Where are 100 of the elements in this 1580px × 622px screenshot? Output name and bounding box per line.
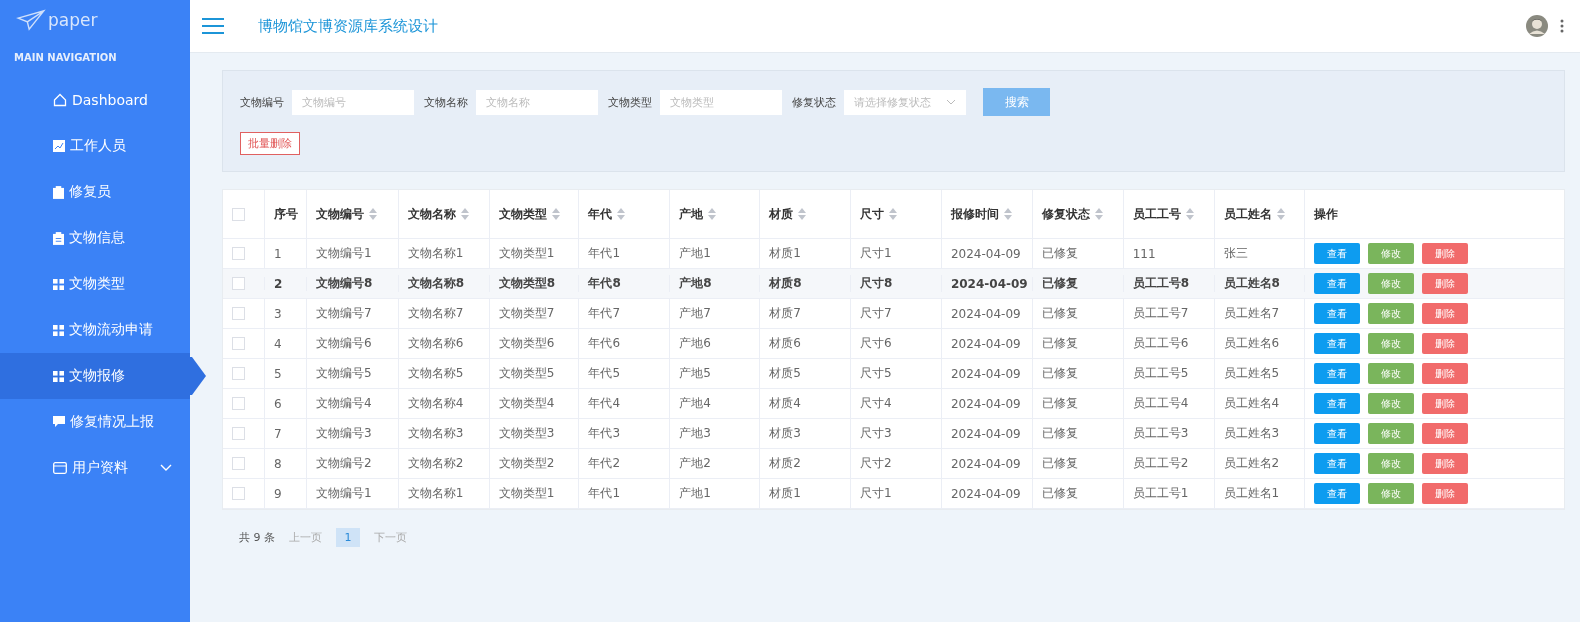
table-cell: 产地8	[679, 275, 712, 292]
view-button[interactable]: 查看	[1314, 303, 1361, 324]
table-cell: 尺寸8	[860, 275, 893, 292]
sidebar-item[interactable]: 修复员	[0, 169, 190, 215]
edit-button[interactable]: 修改	[1368, 303, 1415, 324]
table-cell: 2	[273, 276, 283, 291]
view-button[interactable]: 查看	[1314, 423, 1361, 444]
sort-icon[interactable]	[889, 208, 898, 220]
sort-icon[interactable]	[1276, 208, 1285, 220]
page-button[interactable]: 1	[336, 528, 360, 547]
view-button[interactable]: 查看	[1314, 243, 1361, 264]
checkbox[interactable]	[232, 307, 245, 320]
table-cell: 产地7	[679, 305, 711, 322]
field-label: 修复状态	[792, 94, 836, 110]
edit-button[interactable]: 修改	[1368, 423, 1415, 444]
table-cell: 产地5	[679, 365, 711, 382]
delete-button[interactable]: 删除	[1422, 423, 1469, 444]
paper-plane-icon	[16, 9, 46, 31]
sidebar-item[interactable]: Dashboard	[0, 77, 190, 123]
edit-button[interactable]: 修改	[1368, 393, 1415, 414]
menu-icon[interactable]	[202, 18, 224, 34]
checkbox[interactable]	[232, 337, 245, 350]
sort-icon[interactable]	[1003, 208, 1012, 220]
select-field[interactable]: 请选择修复状态	[844, 89, 966, 115]
sidebar-item[interactable]: 工作人员	[0, 123, 190, 169]
input-field[interactable]: 文物名称	[476, 89, 598, 115]
table-row[interactable]: 9 文物编号1 文物名称1 文物类型1 年代1 产地1 材质1 尺寸1 2024-04-09 已修复 员工工号1 员工姓名1 查看 修改 删除	[223, 479, 1564, 509]
table-cell: 1	[273, 246, 282, 261]
table-row[interactable]: 5 文物编号5 文物名称5 文物类型5 年代5 产地5 材质5 尺寸5 2024-04-09 已修复 员工工号5 员工姓名5 查看 修改 删除	[223, 359, 1564, 389]
checkbox[interactable]	[232, 277, 245, 290]
edit-button[interactable]: 修改	[1368, 243, 1415, 264]
table-cell: 员工姓名6	[1223, 335, 1280, 352]
table-row[interactable]: 2 文物编号8 文物名称8 文物类型8 年代8 产地8 材质8 尺寸8 2024-04-09 已修复 员工工号8 员工姓名8 查看 修改 删除	[223, 269, 1564, 299]
search-button[interactable]: 搜索	[983, 88, 1050, 116]
delete-button[interactable]: 删除	[1422, 483, 1469, 504]
batch-delete-button[interactable]: 批量删除	[240, 132, 300, 155]
checkbox[interactable]	[232, 397, 245, 410]
table-cell: 文物类型1	[498, 485, 555, 502]
sort-icon[interactable]	[1094, 208, 1103, 220]
view-button[interactable]: 查看	[1314, 483, 1361, 504]
delete-button[interactable]: 删除	[1422, 453, 1469, 474]
delete-button[interactable]: 删除	[1422, 393, 1469, 414]
edit-button[interactable]: 修改	[1368, 483, 1415, 504]
table-cell: 文物类型2	[498, 455, 555, 472]
delete-button[interactable]: 删除	[1422, 363, 1469, 384]
table-row[interactable]: 3 文物编号7 文物名称7 文物类型7 年代7 产地7 材质7 尺寸7 2024-04-09 已修复 员工工号7 员工姓名7 查看 修改 删除	[223, 299, 1564, 329]
table-cell: 6	[273, 396, 282, 411]
table-cell: 9	[273, 486, 282, 501]
edit-button[interactable]: 修改	[1368, 363, 1415, 384]
delete-button[interactable]: 删除	[1422, 333, 1469, 354]
edit-button[interactable]: 修改	[1368, 333, 1415, 354]
edit-button[interactable]: 修改	[1368, 273, 1415, 294]
column-header: 产地	[679, 205, 704, 223]
input-field[interactable]: 文物类型	[660, 89, 782, 115]
sidebar-item[interactable]: 文物信息	[0, 215, 190, 261]
checkbox[interactable]	[232, 457, 245, 470]
checkbox[interactable]	[232, 427, 245, 440]
checkbox[interactable]	[232, 367, 245, 380]
view-button[interactable]: 查看	[1314, 333, 1361, 354]
table-cell: 年代1	[588, 485, 621, 502]
edit-button[interactable]: 修改	[1368, 453, 1415, 474]
sort-icon[interactable]	[551, 208, 560, 220]
table-cell: 尺寸1	[860, 245, 892, 262]
sort-icon[interactable]	[708, 208, 717, 220]
table-cell: 员工姓名1	[1223, 485, 1280, 502]
delete-button[interactable]: 删除	[1422, 243, 1469, 264]
sort-icon[interactable]	[798, 208, 807, 220]
delete-button[interactable]: 删除	[1422, 273, 1469, 294]
home-icon	[53, 93, 67, 107]
sort-icon[interactable]	[1185, 208, 1194, 220]
view-button[interactable]: 查看	[1314, 273, 1361, 294]
table-row[interactable]: 7 文物编号3 文物名称3 文物类型3 年代3 产地3 材质3 尺寸3 2024-04-09 已修复 员工工号3 员工姓名3 查看 修改 删除	[223, 419, 1564, 449]
avatar[interactable]	[1526, 15, 1548, 37]
table-cell: 年代3	[588, 425, 621, 442]
sidebar-item[interactable]: 文物流动申请	[0, 307, 190, 353]
table-cell: 产地2	[679, 455, 711, 472]
sort-icon[interactable]	[617, 208, 626, 220]
sidebar-item[interactable]: 修复情况上报	[0, 399, 190, 445]
more-icon[interactable]	[1560, 19, 1564, 33]
table-row[interactable]: 6 文物编号4 文物名称4 文物类型4 年代4 产地4 材质4 尺寸4 2024-04-09 已修复 员工工号4 员工姓名4 查看 修改 删除	[223, 389, 1564, 419]
table-cell: 员工工号1	[1132, 485, 1189, 502]
delete-button[interactable]: 删除	[1422, 303, 1469, 324]
sidebar-item[interactable]: 文物类型	[0, 261, 190, 307]
checkbox[interactable]	[232, 247, 245, 260]
sidebar-item[interactable]: 用户资料	[0, 445, 190, 491]
table-row[interactable]: 8 文物编号2 文物名称2 文物类型2 年代2 产地2 材质2 尺寸2 2024-04-09 已修复 员工工号2 员工姓名2 查看 修改 删除	[223, 449, 1564, 479]
column-header: 员工工号	[1132, 205, 1181, 223]
checkbox[interactable]	[232, 487, 245, 500]
sort-icon[interactable]	[368, 208, 377, 220]
table-cell: 年代4	[588, 395, 621, 412]
table-row[interactable]: 4 文物编号6 文物名称6 文物类型6 年代6 产地6 材质6 尺寸6 2024-04-09 已修复 员工工号6 员工姓名6 查看 修改 删除	[223, 329, 1564, 359]
view-button[interactable]: 查看	[1314, 393, 1361, 414]
table-cell: 已修复	[1041, 245, 1078, 262]
table-cell: 2024-04-09	[950, 366, 1021, 381]
table-cell: 已修复	[1041, 425, 1078, 442]
sort-icon[interactable]	[460, 208, 469, 220]
view-button[interactable]: 查看	[1314, 453, 1361, 474]
checkbox[interactable]	[232, 207, 245, 221]
table-cell: 张三	[1223, 245, 1248, 262]
view-button[interactable]: 查看	[1314, 363, 1361, 384]
